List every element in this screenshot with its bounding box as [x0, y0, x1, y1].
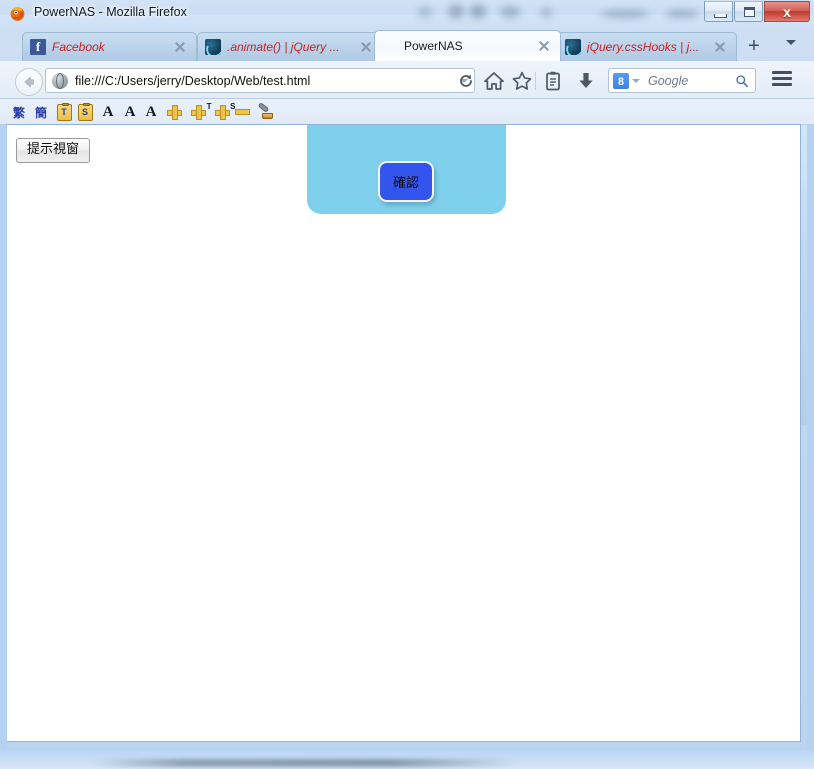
- desktop-blur-artifact: [540, 7, 552, 18]
- title-bar: PowerNAS - Mozilla Firefox x: [0, 0, 814, 28]
- tab-close-icon[interactable]: [712, 39, 728, 55]
- jquery-icon: [565, 39, 581, 55]
- font-decrease-button[interactable]: A: [122, 102, 138, 122]
- window-controls: x: [703, 1, 810, 22]
- home-button[interactable]: [483, 70, 505, 92]
- window-frame-right: [807, 125, 814, 769]
- plus-s-icon: S: [214, 102, 236, 120]
- desktop-blur-artifact: [448, 4, 464, 19]
- hint-dialog-panel: 確認: [307, 125, 506, 214]
- settings-wrench-button[interactable]: [255, 102, 275, 122]
- new-tab-button[interactable]: +: [742, 36, 766, 58]
- facebook-icon: f: [30, 39, 46, 55]
- desktop-blur-artifact: [418, 6, 432, 18]
- traditional-chinese-button[interactable]: 繁: [11, 102, 27, 122]
- chinese-conversion-toolbar: 繁 簡 T S A A A T S: [0, 99, 814, 125]
- search-bar[interactable]: 8 Google: [608, 68, 756, 93]
- close-icon: x: [783, 3, 791, 20]
- hamburger-menu-icon: [772, 83, 792, 86]
- list-all-tabs-button[interactable]: [786, 40, 804, 54]
- url-text: file:///C:/Users/jerry/Desktop/Web/test.…: [75, 73, 311, 88]
- font-size-letter: A: [124, 103, 136, 120]
- jquery-icon: [205, 39, 221, 55]
- url-bar[interactable]: file:///C:/Users/jerry/Desktop/Web/test.…: [45, 68, 475, 93]
- tab-strip: f Facebook .animate() | jQuery ... Power…: [0, 28, 814, 61]
- tab-label: jQuery.cssHooks | j...: [587, 40, 700, 54]
- google-search-engine-icon[interactable]: 8: [613, 72, 629, 89]
- plus-icon: [166, 104, 182, 120]
- add-simplified-word-button[interactable]: S: [214, 102, 236, 122]
- chevron-down-icon: [786, 40, 796, 45]
- maximize-icon: [744, 7, 755, 17]
- magnifier-icon[interactable]: [735, 74, 749, 88]
- superscript-letter: T: [206, 101, 212, 111]
- plus-t-icon: T: [190, 102, 212, 120]
- desktop-blur-artifact: [568, 5, 577, 19]
- font-size-letter: A: [145, 103, 157, 120]
- tab-close-icon[interactable]: [358, 39, 374, 55]
- minimize-button[interactable]: [704, 1, 733, 22]
- simplified-chinese-button[interactable]: 簡: [33, 102, 49, 122]
- minus-icon: [234, 109, 250, 115]
- desktop-blur-artifact: [500, 6, 520, 18]
- minimize-icon: [714, 14, 727, 18]
- clipboard-icon: T: [56, 102, 72, 121]
- confirm-button[interactable]: 確認: [378, 161, 434, 202]
- window-drop-shadow: [90, 759, 520, 767]
- window-frame-bottom: [0, 748, 814, 769]
- navigation-toolbar: file:///C:/Users/jerry/Desktop/Web/test.…: [0, 61, 814, 99]
- window-title: PowerNAS - Mozilla Firefox: [34, 5, 187, 19]
- browser-window: PowerNAS - Mozilla Firefox x f Facebook …: [0, 0, 814, 769]
- bookmark-star-button[interactable]: [511, 70, 533, 92]
- back-arrow-icon: [24, 76, 34, 88]
- tab-powernas[interactable]: PowerNAS: [374, 30, 561, 61]
- tab-animate-jquery[interactable]: .animate() | jQuery ...: [197, 32, 383, 61]
- desktop-blur-artifact: [665, 10, 699, 18]
- reload-button[interactable]: [458, 73, 474, 89]
- tab-favicon-placeholder: [382, 38, 398, 54]
- add-traditional-word-button[interactable]: T: [190, 102, 212, 122]
- hamburger-menu-icon: [772, 77, 792, 80]
- tab-close-icon[interactable]: [172, 39, 188, 55]
- maximize-button[interactable]: [734, 1, 763, 22]
- tab-facebook[interactable]: f Facebook: [22, 32, 197, 61]
- hamburger-menu-icon: [772, 71, 792, 74]
- tab-label: PowerNAS: [404, 39, 463, 53]
- remove-word-button[interactable]: [234, 102, 250, 122]
- clipboard-icon: S: [77, 102, 93, 121]
- hamburger-menu-button[interactable]: [772, 71, 792, 89]
- hint-window-button[interactable]: 提示視窗: [16, 138, 91, 163]
- window-frame-left: [0, 125, 7, 769]
- tab-jquery-csshooks[interactable]: jQuery.cssHooks | j...: [557, 32, 737, 61]
- desktop-blur-artifact: [470, 4, 486, 19]
- tab-label: .animate() | jQuery ...: [227, 40, 340, 54]
- globe-icon: [52, 72, 68, 89]
- tab-label: Facebook: [52, 40, 105, 54]
- wrench-icon: [256, 102, 274, 120]
- copy-simplified-button[interactable]: S: [77, 102, 93, 122]
- desktop-blur-artifact: [600, 10, 650, 18]
- page-content: 提示視窗 確認: [7, 125, 800, 741]
- toolbar-separator: [535, 72, 536, 90]
- downloads-button[interactable]: [575, 70, 597, 92]
- font-size-letter: A: [102, 103, 114, 120]
- font-reset-button[interactable]: A: [143, 102, 159, 122]
- search-input[interactable]: Google: [648, 74, 735, 88]
- search-engine-dropdown[interactable]: [632, 78, 640, 83]
- clipboard-letter: S: [81, 107, 88, 117]
- copy-traditional-button[interactable]: T: [56, 102, 72, 122]
- add-word-button[interactable]: [166, 102, 182, 122]
- clipboard-letter: T: [61, 107, 67, 117]
- tab-close-icon[interactable]: [536, 38, 552, 54]
- back-button[interactable]: [15, 68, 43, 96]
- close-button[interactable]: x: [764, 1, 810, 22]
- sidebar-clipboard-button[interactable]: [542, 70, 564, 92]
- chevron-down-icon: [632, 78, 640, 83]
- font-increase-button[interactable]: A: [100, 102, 116, 122]
- firefox-logo-icon: [10, 7, 25, 21]
